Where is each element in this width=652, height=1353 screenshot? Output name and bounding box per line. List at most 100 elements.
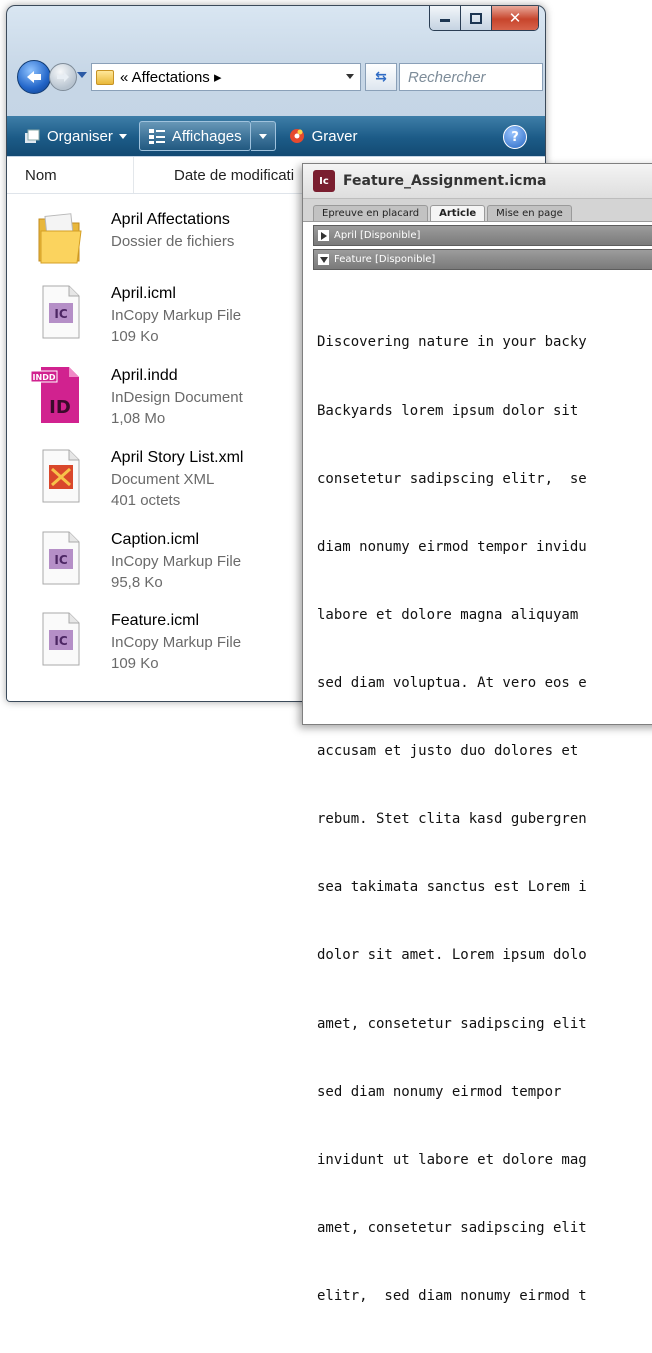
text-line: amet, consetetur sadipscing elit bbox=[317, 1015, 587, 1032]
chevron-down-icon bbox=[258, 133, 267, 139]
search-placeholder: Rechercher bbox=[408, 68, 486, 86]
story-label: Feature [Disponible] bbox=[334, 254, 436, 265]
back-button[interactable] bbox=[17, 60, 51, 94]
file-name: Caption.icml bbox=[111, 531, 200, 548]
list-item[interactable]: IC April.icml InCopy Markup File 109 Ko bbox=[27, 279, 327, 349]
file-name: April Affectations bbox=[111, 211, 230, 228]
maximize-icon bbox=[470, 12, 482, 24]
file-size: 401 octets bbox=[111, 492, 181, 509]
forward-arrow-icon bbox=[57, 72, 69, 82]
address-dropdown-icon[interactable] bbox=[346, 74, 354, 79]
back-arrow-icon bbox=[27, 71, 41, 83]
views-icon bbox=[148, 129, 165, 144]
story-bar-april[interactable]: April [Disponible] bbox=[313, 225, 652, 246]
minimize-button[interactable] bbox=[430, 6, 461, 30]
svg-text:IC: IC bbox=[54, 307, 67, 321]
organise-button[interactable]: Organiser bbox=[15, 122, 135, 150]
incopy-file-icon: IC bbox=[42, 285, 80, 339]
folder-icon bbox=[38, 213, 82, 264]
file-type: InCopy Markup File bbox=[111, 553, 242, 570]
text-line: diam nonumy eirmod tempor invidu bbox=[317, 538, 587, 555]
maximize-button[interactable] bbox=[461, 6, 492, 30]
xml-file-icon bbox=[42, 449, 80, 503]
list-item[interactable]: IC Feature.icml InCopy Markup File 109 K… bbox=[27, 606, 327, 676]
address-row: « Affectations ▸ ⇆ Rechercher bbox=[15, 58, 543, 94]
organise-label: Organiser bbox=[47, 127, 113, 145]
file-size: 1,08 Mo bbox=[111, 410, 166, 427]
help-icon: ? bbox=[511, 129, 519, 145]
column-date-modified[interactable]: Date de modificati bbox=[134, 157, 294, 193]
window-caption-buttons: ✕ bbox=[429, 6, 539, 31]
list-item[interactable]: April Story List.xml Document XML 401 oc… bbox=[27, 443, 327, 513]
list-item[interactable]: April Affectations Dossier de fichiers bbox=[27, 205, 327, 275]
svg-text:ID: ID bbox=[49, 397, 71, 418]
view-tabs: Epreuve en placard Article Mise en page bbox=[303, 199, 652, 222]
file-size: 109 Ko bbox=[111, 655, 159, 672]
svg-text:IC: IC bbox=[54, 634, 67, 648]
file-type: Document XML bbox=[111, 471, 215, 488]
burn-label: Graver bbox=[311, 127, 358, 145]
organise-icon bbox=[25, 129, 40, 143]
text-line: sea takimata sanctus est Lorem i bbox=[317, 879, 587, 896]
help-button[interactable]: ? bbox=[503, 125, 527, 149]
expand-triangle-icon[interactable] bbox=[318, 230, 329, 241]
file-type: Dossier de fichiers bbox=[111, 233, 235, 250]
close-button[interactable]: ✕ bbox=[492, 6, 538, 30]
burn-disc-icon bbox=[289, 129, 304, 143]
story-text-area[interactable]: Discovering nature in your backy Backyar… bbox=[317, 286, 652, 1353]
svg-text:INDD: INDD bbox=[33, 373, 56, 382]
incopy-title-bar: Ic Feature_Assignment.icma bbox=[303, 164, 652, 199]
text-line: invidunt ut labore et dolore mag bbox=[317, 1151, 587, 1168]
svg-text:IC: IC bbox=[54, 553, 67, 567]
file-size: 109 Ko bbox=[111, 328, 159, 345]
views-label: Affichages bbox=[171, 127, 242, 145]
file-type: InCopy Markup File bbox=[111, 307, 242, 324]
story-bar-feature[interactable]: Feature [Disponible] bbox=[313, 249, 652, 270]
text-line: sed diam voluptua. At vero eos e bbox=[317, 674, 587, 691]
burn-button[interactable]: Graver bbox=[280, 122, 366, 150]
story-label: April [Disponible] bbox=[334, 230, 421, 241]
tab-story[interactable]: Article bbox=[430, 205, 486, 221]
incopy-assignment-window: Ic Feature_Assignment.icma Epreuve en pl… bbox=[302, 163, 652, 1304]
file-size: 95,8 Ko bbox=[111, 574, 163, 591]
list-item[interactable]: INDD ID April.indd InDesign Document 1,0… bbox=[27, 361, 327, 431]
folder-icon bbox=[96, 69, 114, 85]
document-title: Feature_Assignment.icma bbox=[343, 173, 547, 189]
tab-galley[interactable]: Epreuve en placard bbox=[313, 205, 429, 221]
address-bar[interactable]: « Affectations ▸ bbox=[91, 63, 361, 91]
text-line: consetetur sadipscing elitr, se bbox=[317, 470, 587, 487]
text-line: Discovering nature in your backy bbox=[317, 334, 587, 351]
text-line: elitr, sed diam nonumy eirmod t bbox=[317, 1287, 587, 1304]
refresh-button[interactable]: ⇆ bbox=[365, 63, 397, 91]
search-input[interactable]: Rechercher bbox=[399, 63, 543, 91]
tab-layout[interactable]: Mise en page bbox=[487, 205, 572, 221]
chevron-down-icon bbox=[118, 133, 127, 139]
command-bar: Organiser Affichages Graver ? bbox=[7, 116, 545, 156]
forward-button[interactable] bbox=[49, 63, 77, 91]
address-path: « Affectations ▸ bbox=[120, 69, 222, 86]
file-name: April.icml bbox=[111, 285, 176, 302]
text-line: rebum. Stet clita kasd gubergren bbox=[317, 811, 587, 828]
incopy-file-icon: IC bbox=[42, 612, 80, 666]
minimize-icon bbox=[440, 19, 450, 22]
incopy-app-icon: Ic bbox=[313, 170, 335, 192]
text-line: dolor sit amet. Lorem ipsum dolo bbox=[317, 947, 587, 964]
views-button[interactable]: Affichages bbox=[138, 121, 251, 151]
file-name: April.indd bbox=[111, 367, 178, 384]
text-line: Backyards lorem ipsum dolor sit bbox=[317, 402, 579, 419]
refresh-icon: ⇆ bbox=[375, 69, 387, 85]
text-line: amet, consetetur sadipscing elit bbox=[317, 1219, 587, 1236]
collapse-triangle-icon[interactable] bbox=[318, 254, 329, 265]
close-icon: ✕ bbox=[508, 9, 522, 27]
views-dropdown[interactable] bbox=[250, 121, 276, 151]
text-line: labore et dolore magna aliquyam bbox=[317, 606, 579, 623]
text-line: accusam et justo duo dolores et bbox=[317, 743, 579, 760]
incopy-file-icon: IC bbox=[42, 531, 80, 585]
file-type: InDesign Document bbox=[111, 389, 243, 406]
file-name: Feature.icml bbox=[111, 612, 200, 629]
column-name[interactable]: Nom bbox=[7, 157, 134, 193]
indesign-file-icon: INDD ID bbox=[30, 367, 79, 423]
list-item[interactable]: IC Caption.icml InCopy Markup File 95,8 … bbox=[27, 525, 327, 595]
file-type: InCopy Markup File bbox=[111, 634, 242, 651]
recent-pages-dropdown[interactable] bbox=[77, 72, 87, 78]
